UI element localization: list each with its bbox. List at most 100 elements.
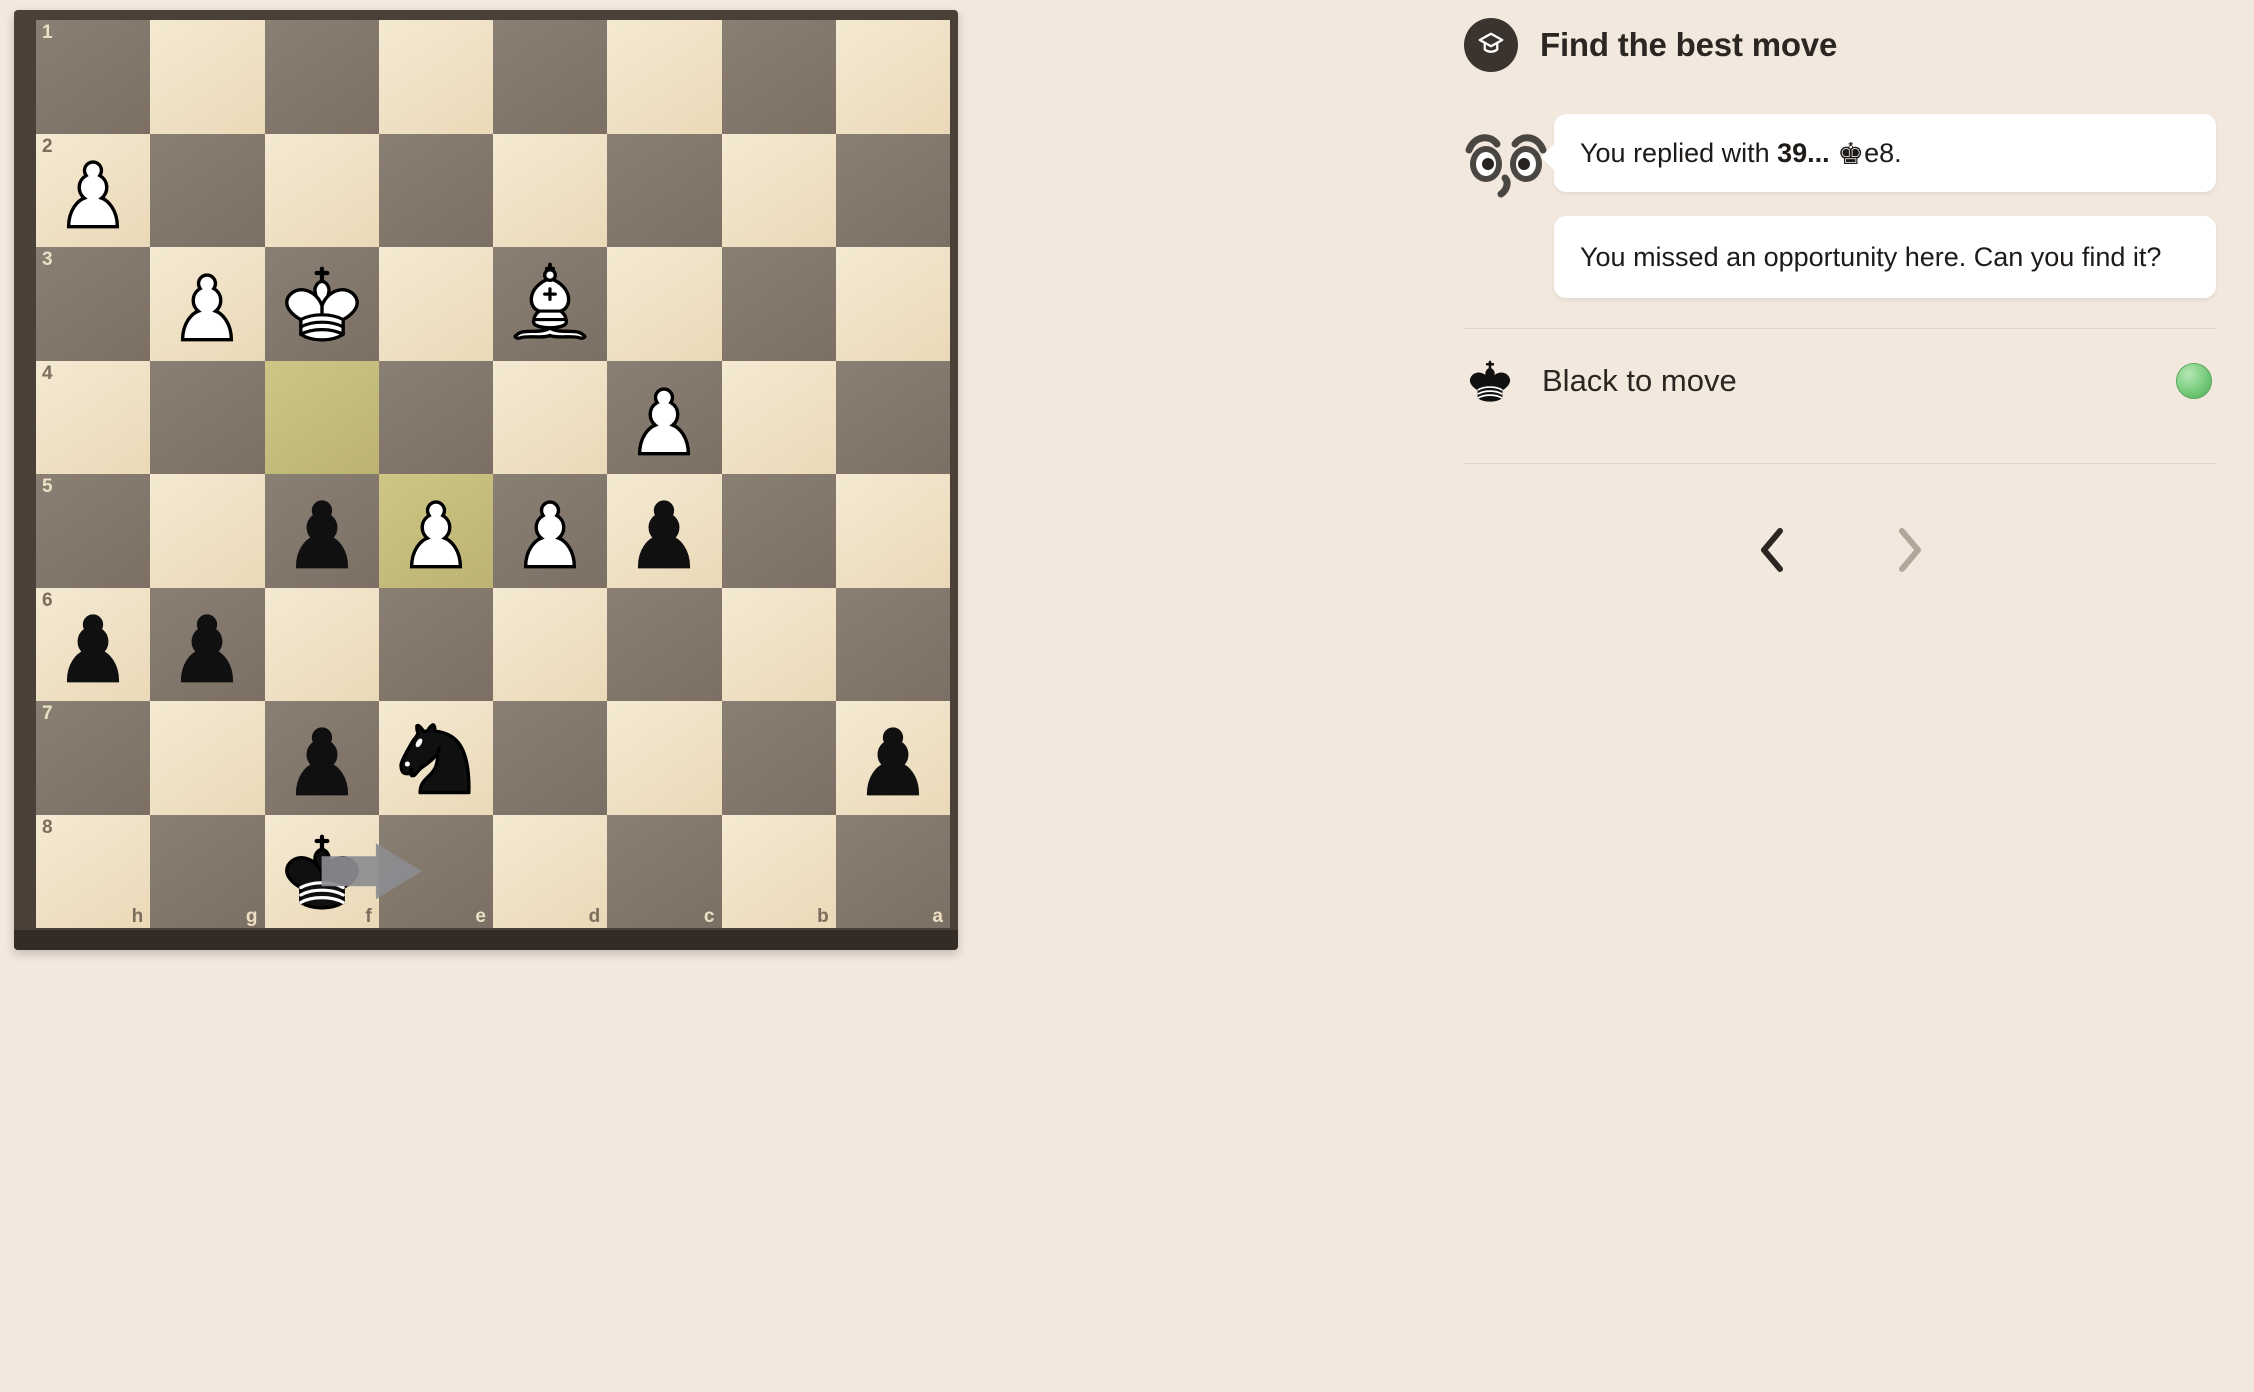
- board-square-e3[interactable]: [378, 247, 493, 361]
- piece-black-pawn-a7[interactable]: [836, 701, 950, 815]
- board-square-c4[interactable]: [607, 360, 722, 475]
- piece-white-pawn-c4[interactable]: [607, 361, 721, 475]
- board-square-a2[interactable]: [835, 133, 950, 247]
- board-square-b5[interactable]: [721, 474, 836, 588]
- board-square-h3[interactable]: 3: [36, 247, 151, 361]
- board-square-f4[interactable]: [264, 360, 379, 474]
- board-square-g6[interactable]: [150, 587, 265, 702]
- board-square-g5[interactable]: [150, 474, 265, 588]
- board-square-e7[interactable]: [378, 701, 493, 815]
- board-square-a1[interactable]: [835, 20, 950, 134]
- piece-white-bishop-d3[interactable]: [493, 247, 607, 361]
- board-square-a4[interactable]: [835, 360, 950, 474]
- board-square-c6[interactable]: [607, 587, 722, 701]
- board-square-h6[interactable]: 6: [36, 587, 151, 702]
- board-square-c7[interactable]: [607, 701, 722, 815]
- piece-white-pawn-d5[interactable]: [493, 474, 607, 588]
- board-square-e2[interactable]: [378, 133, 493, 247]
- board-square-f8[interactable]: f: [264, 814, 379, 929]
- board-square-g1[interactable]: [150, 20, 265, 134]
- board-square-f3[interactable]: [264, 247, 379, 361]
- board-square-b4[interactable]: [721, 360, 836, 474]
- board-square-e5[interactable]: [378, 474, 493, 588]
- board-square-e8[interactable]: e: [378, 814, 493, 928]
- board-square-c2[interactable]: [607, 133, 722, 247]
- piece-white-pawn-e5[interactable]: [379, 474, 493, 588]
- board-square-a6[interactable]: [835, 587, 950, 701]
- piece-black-pawn-f7[interactable]: [265, 701, 379, 815]
- board-square-f1[interactable]: [264, 20, 379, 134]
- board-square-b7[interactable]: [721, 701, 836, 815]
- hint-message-bubble: You missed an opportunity here. Can you …: [1554, 216, 2216, 299]
- board-square-d7[interactable]: [493, 701, 608, 815]
- board-square-b2[interactable]: [721, 133, 836, 247]
- file-label-c: c: [703, 906, 715, 927]
- board-square-c3[interactable]: [607, 247, 722, 361]
- piece-black-king-f8[interactable]: [265, 815, 379, 929]
- board-square-f6[interactable]: [264, 587, 379, 701]
- piece-black-pawn-f5[interactable]: [265, 474, 379, 588]
- piece-white-pawn-g3[interactable]: [150, 247, 264, 361]
- board-square-f2[interactable]: [264, 133, 379, 247]
- owl-mascot-icon: [1464, 128, 1548, 198]
- board-square-e1[interactable]: [378, 20, 493, 134]
- board-square-c5[interactable]: [607, 474, 722, 588]
- file-label-e: e: [475, 906, 486, 927]
- board-square-a3[interactable]: [835, 247, 950, 361]
- board-square-d5[interactable]: [493, 474, 608, 588]
- board-square-e4[interactable]: [378, 360, 493, 474]
- board-square-b6[interactable]: [721, 587, 836, 701]
- board-square-d3[interactable]: [493, 247, 608, 361]
- board-square-h4[interactable]: 4: [36, 360, 151, 474]
- piece-black-knight-e7[interactable]: [379, 701, 493, 815]
- board-square-e6[interactable]: [378, 587, 493, 701]
- board-square-h8[interactable]: 8h: [36, 814, 151, 928]
- board-square-d2[interactable]: [493, 133, 608, 247]
- rank-label-4: 4: [42, 362, 53, 384]
- board-square-b8[interactable]: b: [721, 814, 836, 928]
- board-square-c1[interactable]: [607, 20, 722, 134]
- board-square-b1[interactable]: [721, 20, 836, 134]
- page-title: Find the best move: [1540, 26, 1838, 63]
- board-square-a8[interactable]: a: [835, 814, 950, 928]
- rank-label-5: 5: [42, 476, 53, 497]
- board-square-g2[interactable]: [150, 133, 265, 247]
- previous-move-button[interactable]: [1742, 520, 1802, 580]
- board-square-h2[interactable]: 2: [36, 133, 151, 248]
- board-square-h7[interactable]: 7: [36, 701, 151, 815]
- file-label-f: f: [365, 906, 372, 927]
- piece-black-pawn-h6[interactable]: [36, 588, 150, 702]
- board-square-f5[interactable]: [264, 474, 379, 588]
- chess-board[interactable]: 1 2 3 4 5 67 8h g f e d cb a: [36, 20, 950, 928]
- black-king-glyph-icon: ♚: [1837, 138, 1865, 171]
- piece-black-pawn-c5[interactable]: [607, 474, 721, 588]
- board-square-d1[interactable]: [493, 20, 608, 134]
- file-label-a: a: [932, 906, 943, 927]
- board-square-f7[interactable]: [264, 701, 379, 815]
- board-square-h1[interactable]: 1: [36, 20, 151, 134]
- rank-label-2: 2: [42, 135, 53, 157]
- file-label-d: d: [588, 906, 601, 927]
- piece-black-pawn-g6[interactable]: [150, 588, 264, 702]
- board-square-h5[interactable]: 5: [36, 474, 151, 588]
- board-square-g8[interactable]: g: [150, 814, 265, 928]
- board-square-d4[interactable]: [493, 360, 608, 474]
- board-square-g4[interactable]: [150, 360, 265, 474]
- board-square-g3[interactable]: [150, 247, 265, 361]
- reply-move-square: e8.: [1864, 138, 1902, 168]
- board-square-c8[interactable]: c: [607, 814, 722, 928]
- board-square-d8[interactable]: d: [493, 814, 608, 928]
- board-square-g7[interactable]: [150, 701, 265, 815]
- board-square-a7[interactable]: [835, 701, 950, 815]
- file-label-g: g: [245, 906, 258, 927]
- hint-message-row: You missed an opportunity here. Can you …: [1554, 216, 2216, 299]
- rank-label-1: 1: [42, 22, 53, 43]
- piece-white-king-f3[interactable]: [265, 247, 379, 361]
- board-square-a5[interactable]: [835, 474, 950, 588]
- reply-move-number: 39...: [1777, 138, 1838, 168]
- next-move-button[interactable]: [1878, 520, 1938, 580]
- board-square-d6[interactable]: [493, 587, 608, 701]
- rank-label-3: 3: [42, 249, 53, 270]
- board-square-b3[interactable]: [721, 247, 836, 361]
- piece-white-pawn-h2[interactable]: [36, 134, 150, 248]
